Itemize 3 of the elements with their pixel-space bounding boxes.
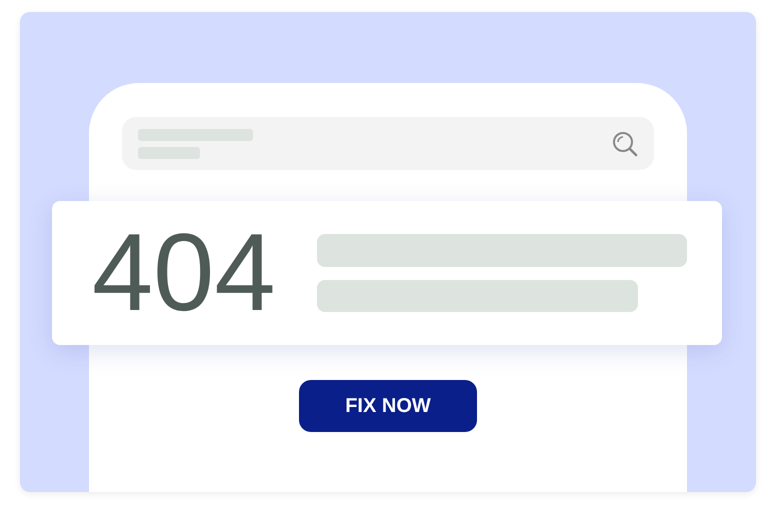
- error-code: 404: [92, 218, 277, 328]
- fix-now-button[interactable]: FIX NOW: [299, 380, 477, 432]
- search-icon: [612, 130, 638, 156]
